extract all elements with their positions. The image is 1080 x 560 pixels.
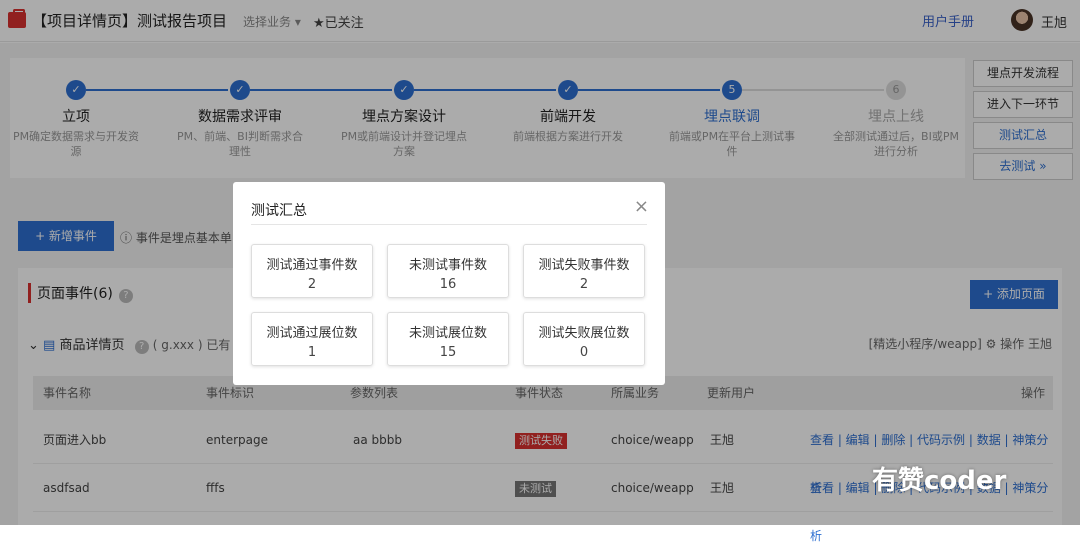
- stat-label: 测试通过事件数: [266, 258, 358, 273]
- divider: [251, 224, 647, 225]
- modal-title: 测试汇总: [251, 203, 307, 219]
- stat-card: 测试通过展位数 1: [251, 312, 373, 366]
- stat-label: 测试失败展位数: [538, 326, 630, 341]
- stat-card: 未测试展位数 15: [387, 312, 509, 366]
- stat-value: 0: [579, 345, 589, 360]
- stat-label: 未测试事件数: [408, 258, 487, 273]
- stat-value: 2: [579, 277, 589, 292]
- stat-value: 15: [439, 345, 457, 360]
- stat-label: 测试失败事件数: [538, 258, 630, 273]
- stat-card: 测试通过事件数 2: [251, 244, 373, 298]
- stat-card: 未测试事件数 16: [387, 244, 509, 298]
- watermark: 有赞coder: [872, 466, 1007, 496]
- stat-card: 测试失败展位数 0: [523, 312, 645, 366]
- stat-label: 未测试展位数: [408, 326, 487, 341]
- stat-value: 16: [439, 277, 457, 292]
- stat-label: 测试通过展位数: [266, 326, 358, 341]
- stat-value: 2: [307, 277, 317, 292]
- stat-value: 1: [307, 345, 317, 360]
- test-summary-modal: 测试汇总 × 测试通过事件数 2 未测试事件数 16 测试失败事件数 2 测试通…: [233, 182, 665, 385]
- close-icon[interactable]: ×: [634, 196, 649, 217]
- stat-card: 测试失败事件数 2: [523, 244, 645, 298]
